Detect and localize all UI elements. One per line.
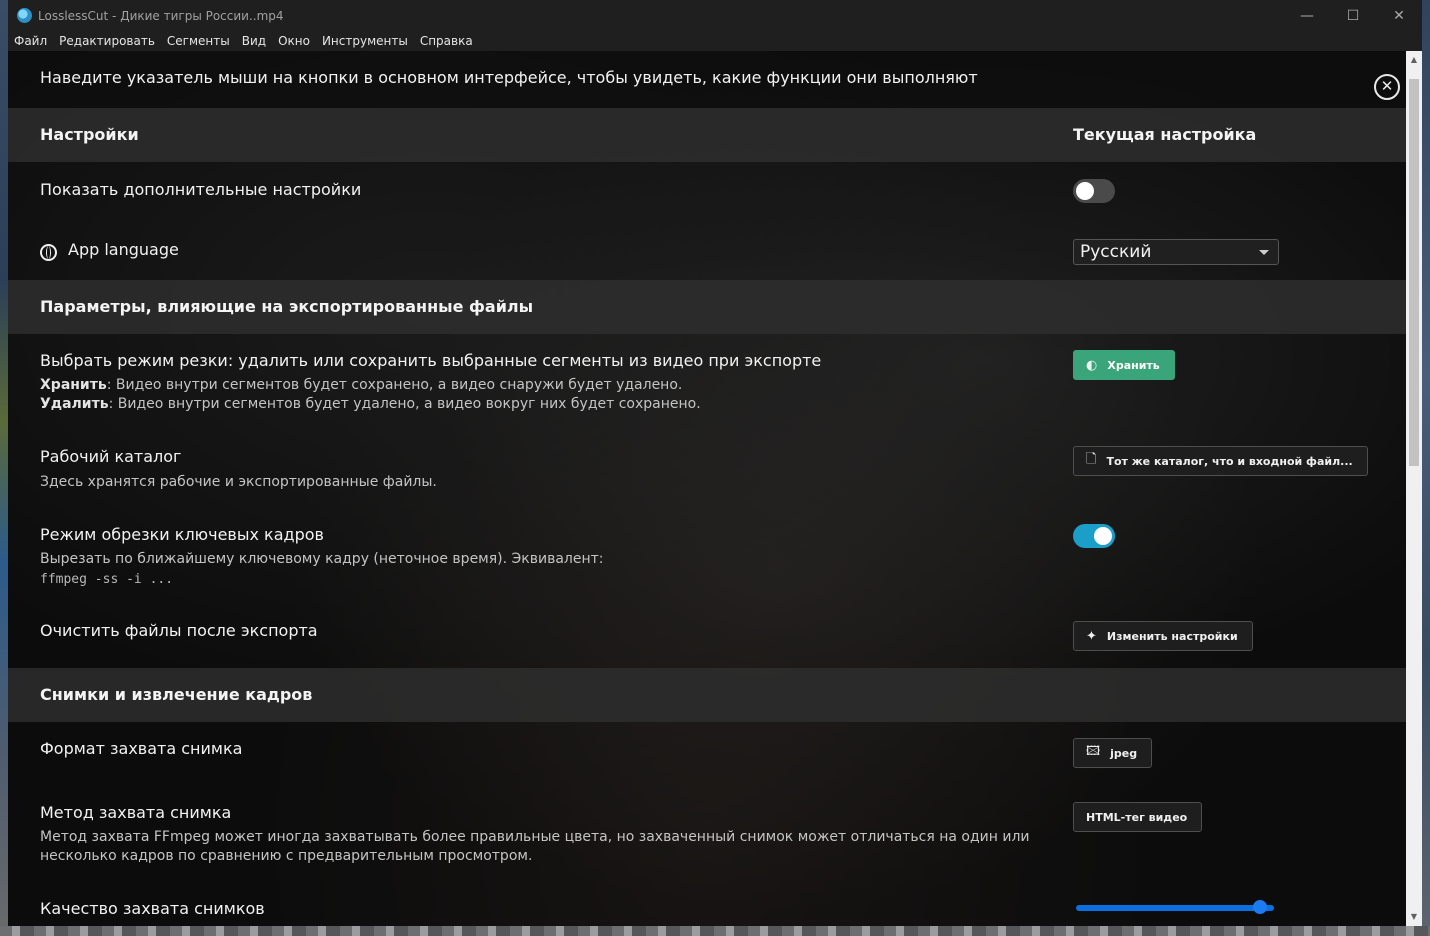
menu-file[interactable]: Файл [8, 34, 53, 48]
keep-term: Хранить [40, 377, 107, 393]
app-window: LosslessCut - Дикие тигры России..mp4 — … [8, 0, 1422, 926]
menu-view[interactable]: Вид [236, 34, 272, 48]
snapshot-quality-label: Качество захвата снимков [40, 899, 265, 918]
snapshot-quality-slider[interactable] [1076, 905, 1274, 911]
app-language-select[interactable]: Русский [1073, 239, 1279, 265]
export-section-title: Параметры, влияющие на экспортированные … [40, 297, 534, 316]
yin-yang-icon: ◐ [1086, 357, 1098, 373]
title-bar: LosslessCut - Дикие тигры России..mp4 — … [8, 0, 1422, 31]
desktop-background-right [1422, 0, 1430, 936]
snapshot-format-label: Формат захвата снимка [40, 739, 243, 758]
keep-description: : Видео внутри сегментов будет сохранено… [106, 377, 683, 393]
menu-edit[interactable]: Редактировать [53, 34, 161, 48]
working-dir-label: Рабочий каталог [40, 447, 182, 466]
hint-banner: Наведите указатель мыши на кнопки в осно… [8, 51, 1406, 108]
keyframe-cut-label: Режим обрезки ключевых кадров [40, 525, 324, 544]
cleanup-label: Очистить файлы после экспорта [40, 621, 318, 640]
cleanup-settings-button[interactable]: ✦ Изменить настройки [1073, 621, 1253, 651]
menu-segments[interactable]: Сегменты [161, 34, 236, 48]
app-language-label: App language [68, 240, 179, 259]
current-setting-title: Текущая настройка [1073, 125, 1257, 144]
remove-term: Удалить [40, 396, 109, 412]
cleanup-button-label: Изменить настройки [1106, 629, 1238, 643]
chevron-down-icon [1259, 250, 1269, 255]
keyframe-cut-code: ffmpeg -ss -i ... [40, 572, 174, 587]
menu-tools[interactable]: Инструменты [316, 34, 414, 48]
app-language-value: Русский [1080, 242, 1152, 262]
vertical-scrollbar[interactable]: ▲ ▼ [1406, 51, 1422, 926]
losslesscut-app-icon [17, 8, 32, 23]
keyframe-cut-toggle[interactable] [1073, 524, 1115, 548]
snapshot-section-title: Снимки и извлечение кадров [40, 685, 313, 704]
scrollbar-thumb[interactable] [1409, 79, 1419, 466]
settings-header: Настройки Текущая настройка [8, 108, 1406, 162]
menu-bar: Файл Редактировать Сегменты Вид Окно Инс… [8, 31, 1422, 51]
remove-description: : Видео внутри сегментов будет удалено, … [108, 396, 701, 412]
desktop-taskbar-edge [0, 926, 1430, 936]
scroll-up-arrow-icon[interactable]: ▲ [1409, 55, 1419, 65]
window-controls: — ☐ ✕ [1284, 0, 1422, 31]
snapshot-method-label: Метод захвата снимка [40, 803, 232, 822]
scroll-down-arrow-icon[interactable]: ▼ [1409, 912, 1419, 922]
snapshot-format-button[interactable]: 🖾 jpeg [1073, 738, 1153, 768]
cut-mode-desc-keep: Хранить: Видео внутри сегментов будет со… [40, 376, 682, 395]
cut-mode-label: Выбрать режим резки: удалить или сохрани… [40, 351, 822, 370]
close-window-button[interactable]: ✕ [1376, 0, 1422, 31]
advanced-settings-label: Показать дополнительные настройки [40, 180, 362, 199]
minimize-button[interactable]: — [1284, 0, 1330, 31]
slider-thumb[interactable] [1253, 900, 1267, 914]
snapshot-method-button[interactable]: HTML-тег видео [1073, 802, 1203, 832]
maximize-button[interactable]: ☐ [1330, 0, 1376, 31]
menu-window[interactable]: Окно [272, 34, 316, 48]
working-dir-button-label: Тот же каталог, что и входной файл... [1106, 454, 1353, 468]
advanced-settings-toggle[interactable] [1073, 179, 1115, 203]
cut-mode-button[interactable]: ◐ Хранить [1073, 350, 1175, 380]
settings-panel: Наведите указатель мыши на кнопки в осно… [8, 51, 1406, 926]
settings-title: Настройки [40, 125, 139, 144]
document-icon: 🗋 [1086, 452, 1097, 467]
window-title: LosslessCut - Дикие тигры России..mp4 [38, 8, 284, 23]
snapshot-method-desc-line2: несколько кадров по сравнению с предвари… [40, 848, 533, 864]
desktop-background-left [0, 0, 8, 936]
globe-icon [40, 244, 57, 261]
sparkle-icon: ✦ [1086, 628, 1097, 644]
hint-text: Наведите указатель мыши на кнопки в осно… [40, 68, 978, 87]
snapshot-method-desc-line1: Метод захвата FFmpeg может иногда захват… [40, 829, 1030, 845]
snapshot-format-value: jpeg [1110, 746, 1138, 760]
cut-mode-desc-remove: Удалить: Видео внутри сегментов будет уд… [40, 395, 701, 414]
close-settings-icon[interactable]: ✕ [1374, 74, 1400, 100]
toggle-knob [1076, 182, 1094, 200]
cut-mode-button-label: Хранить [1107, 358, 1160, 372]
menu-help[interactable]: Справка [414, 34, 479, 48]
snapshot-section-header: Снимки и извлечение кадров [8, 668, 1406, 722]
export-section-header: Параметры, влияющие на экспортированные … [8, 280, 1406, 334]
snapshot-method-value: HTML-тег видео [1086, 810, 1188, 824]
working-dir-button[interactable]: 🗋 Тот же каталог, что и входной файл... [1073, 446, 1368, 476]
toggle-knob [1094, 527, 1112, 545]
keyframe-cut-desc: Вырезать по ближайшему ключевому кадру (… [40, 551, 604, 567]
working-dir-desc: Здесь хранятся рабочие и экспортированны… [40, 474, 437, 490]
image-icon: 🖾 [1086, 744, 1101, 759]
